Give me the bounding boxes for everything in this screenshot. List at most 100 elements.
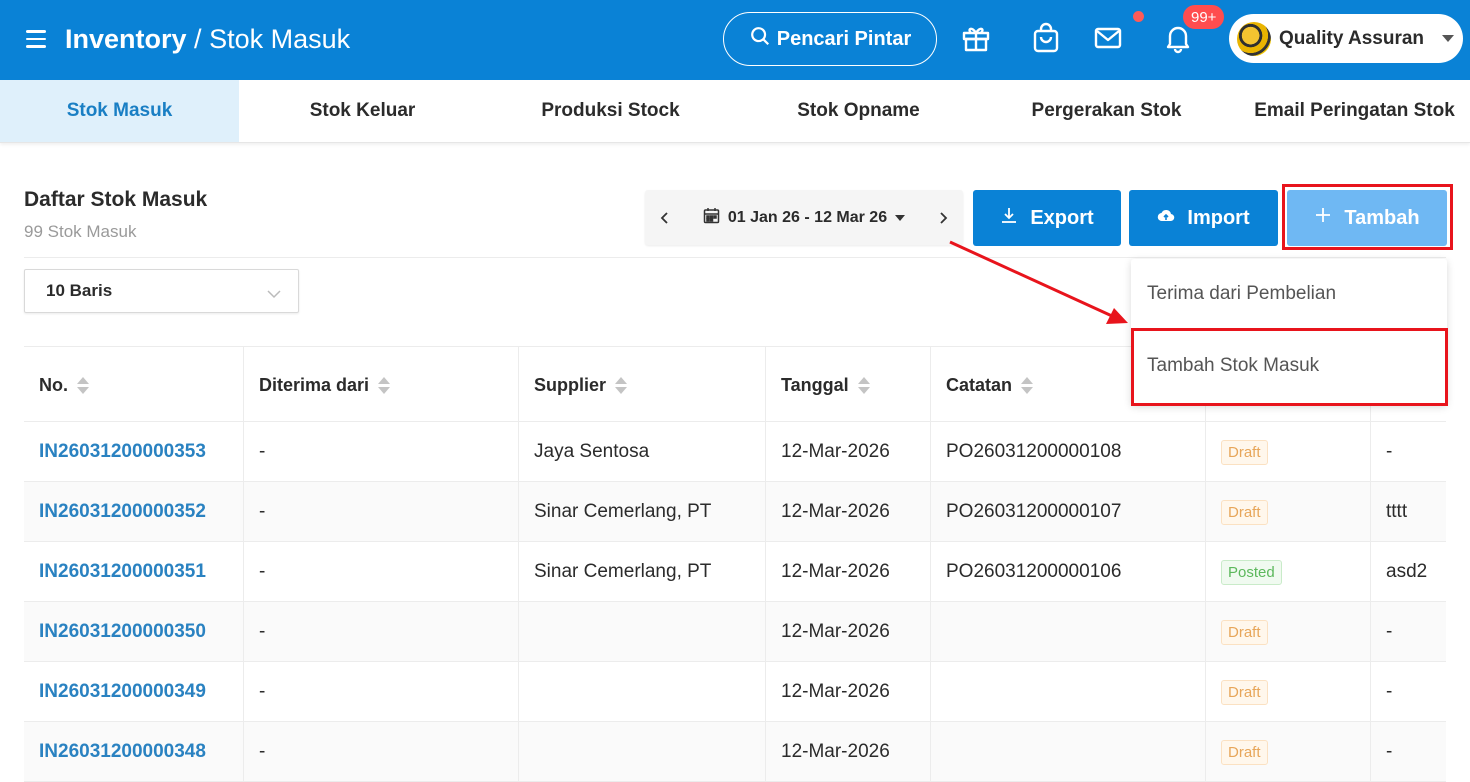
sort-icon[interactable] [857, 376, 870, 394]
column-header-no[interactable]: No. [24, 347, 244, 423]
tab-stok-keluar[interactable]: Stok Keluar [243, 80, 482, 142]
mail-unread-dot [1133, 11, 1144, 22]
column-label: Catatan [946, 374, 1013, 395]
tab-email-peringatan-stok[interactable]: Email Peringatan Stok [1235, 80, 1470, 142]
column-label: Supplier [534, 374, 607, 395]
page-name: Stok Masuk [209, 24, 351, 54]
column-header-received-from[interactable]: Diterima dari [244, 347, 519, 423]
chevron-left-icon[interactable] [645, 211, 685, 225]
tab-stok-opname[interactable]: Stok Opname [739, 80, 978, 142]
cell-note [931, 662, 1206, 722]
sort-icon[interactable] [1021, 376, 1034, 394]
tab-produksi-stock[interactable]: Produksi Stock [491, 80, 730, 142]
cell-note: PO26031200000108 [931, 422, 1206, 482]
menu-item-highlight [1131, 328, 1448, 406]
notification-badge: 99+ [1182, 4, 1226, 30]
cell-no[interactable]: IN26031200000351 [24, 542, 244, 602]
cell-note [931, 602, 1206, 662]
cell-no[interactable]: IN26031200000352 [24, 482, 244, 542]
status-badge: Draft [1221, 739, 1268, 765]
table-row[interactable]: IN26031200000350-12-Mar-2026 Draft - [24, 602, 1446, 662]
smart-search-button[interactable]: Pencari Pintar [723, 12, 937, 66]
cell-extra: tttt [1386, 501, 1408, 522]
gift-icon[interactable] [958, 20, 994, 56]
cell-extra: - [1386, 741, 1393, 762]
table-row[interactable]: IN26031200000348-12-Mar-2026 Draft - [24, 722, 1446, 782]
cell-no[interactable]: IN26031200000349 [24, 662, 244, 722]
tab-pergerakan-stok[interactable]: Pergerakan Stok [987, 80, 1226, 142]
status-badge: Posted [1221, 559, 1282, 585]
tab-stok-masuk[interactable]: Stok Masuk [0, 80, 239, 142]
cell-extra: - [1386, 441, 1393, 462]
cell-date: 12-Mar-2026 [766, 422, 931, 482]
cell-date: 12-Mar-2026 [766, 602, 931, 662]
app-name[interactable]: Inventory [65, 24, 187, 54]
search-icon [749, 25, 771, 53]
cell-extra: - [1386, 681, 1393, 702]
rows-per-page-value: 10 Baris [46, 281, 113, 300]
rows-per-page-select[interactable]: 10 Baris [24, 269, 299, 313]
cell-no[interactable]: IN26031200000350 [24, 602, 244, 662]
chevron-down-icon [1442, 35, 1455, 42]
download-icon [1000, 206, 1018, 230]
shopping-bag-icon[interactable] [1028, 20, 1064, 56]
cell-supplier: Jaya Sentosa [519, 422, 766, 482]
date-range-button[interactable]: 01 Jan 26 - 12 Mar 26 [685, 207, 923, 229]
menu-item-receive-from-purchase[interactable]: Terima dari Pembelian [1131, 259, 1447, 329]
title-separator: / [194, 24, 202, 54]
mail-icon[interactable] [1090, 20, 1126, 56]
date-range-text: 01 Jan 26 - 12 Mar 26 [727, 208, 888, 226]
user-name: Quality Assuran [1279, 27, 1425, 49]
cell-received-from: - [244, 662, 519, 722]
chevron-down-icon [266, 285, 282, 305]
cell-extra: - [1386, 621, 1393, 642]
status-badge: Draft [1221, 499, 1268, 525]
export-button[interactable]: Export [973, 190, 1121, 246]
cell-status: Draft [1206, 602, 1371, 662]
cell-no[interactable]: IN26031200000353 [24, 422, 244, 482]
cell-no[interactable]: IN26031200000348 [24, 722, 244, 782]
sort-icon[interactable] [615, 376, 628, 394]
sort-icon[interactable] [77, 376, 89, 394]
cell-received-from: - [244, 602, 519, 662]
cell-supplier: Sinar Cemerlang, PT [519, 482, 766, 542]
caret-down-icon [895, 214, 906, 221]
status-badge: Draft [1221, 439, 1268, 465]
import-button[interactable]: Import [1129, 190, 1278, 246]
cell-supplier [519, 602, 766, 662]
column-label: Diterima dari [259, 374, 370, 395]
hamburger-icon[interactable] [26, 30, 46, 48]
chevron-right-icon[interactable] [923, 211, 963, 225]
column-label: No. [39, 374, 68, 395]
status-badge: Draft [1221, 619, 1268, 645]
cell-extra: asd2 [1386, 561, 1428, 582]
page-title: Inventory / Stok Masuk [65, 22, 350, 56]
status-badge: Draft [1221, 679, 1268, 705]
cell-note [931, 722, 1206, 782]
top-bar: Inventory / Stok Masuk Pencari Pintar 99… [0, 0, 1470, 80]
cell-received-from: - [244, 722, 519, 782]
cloud-upload-icon [1157, 206, 1175, 230]
table-row[interactable]: IN26031200000351- Sinar Cemerlang, PT 12-M… [24, 542, 1446, 602]
smart-search-label: Pencari Pintar [776, 27, 912, 50]
date-range-picker: 01 Jan 26 - 12 Mar 26 [645, 190, 963, 245]
column-header-date[interactable]: Tanggal [766, 347, 931, 423]
table-row[interactable]: IN26031200000349-12-Mar-2026 Draft - [24, 662, 1446, 722]
cell-received-from: - [244, 542, 519, 602]
table-row[interactable]: IN26031200000353 - Jaya Sentosa 12-Mar-2026… [24, 422, 1446, 482]
cell-supplier: Sinar Cemerlang, PT [519, 542, 766, 602]
column-label: Tanggal [781, 374, 849, 395]
cell-status: Posted [1206, 542, 1371, 602]
divider [24, 257, 1446, 258]
sort-icon[interactable] [378, 376, 391, 394]
table-row[interactable]: IN26031200000352- Sinar Cemerlang, PT 12-M… [24, 482, 1446, 542]
tab-bar: Stok Masuk Stok Keluar Produksi Stock St… [0, 80, 1470, 143]
cell-supplier [519, 662, 766, 722]
add-button-highlight [1282, 184, 1453, 250]
user-menu[interactable]: Quality Assuran [1229, 14, 1463, 63]
avatar [1237, 21, 1271, 56]
cell-note: PO26031200000107 [931, 482, 1206, 542]
cell-date: 12-Mar-2026 [766, 542, 931, 602]
cell-status: Draft [1206, 422, 1371, 482]
column-header-supplier[interactable]: Supplier [519, 347, 766, 423]
